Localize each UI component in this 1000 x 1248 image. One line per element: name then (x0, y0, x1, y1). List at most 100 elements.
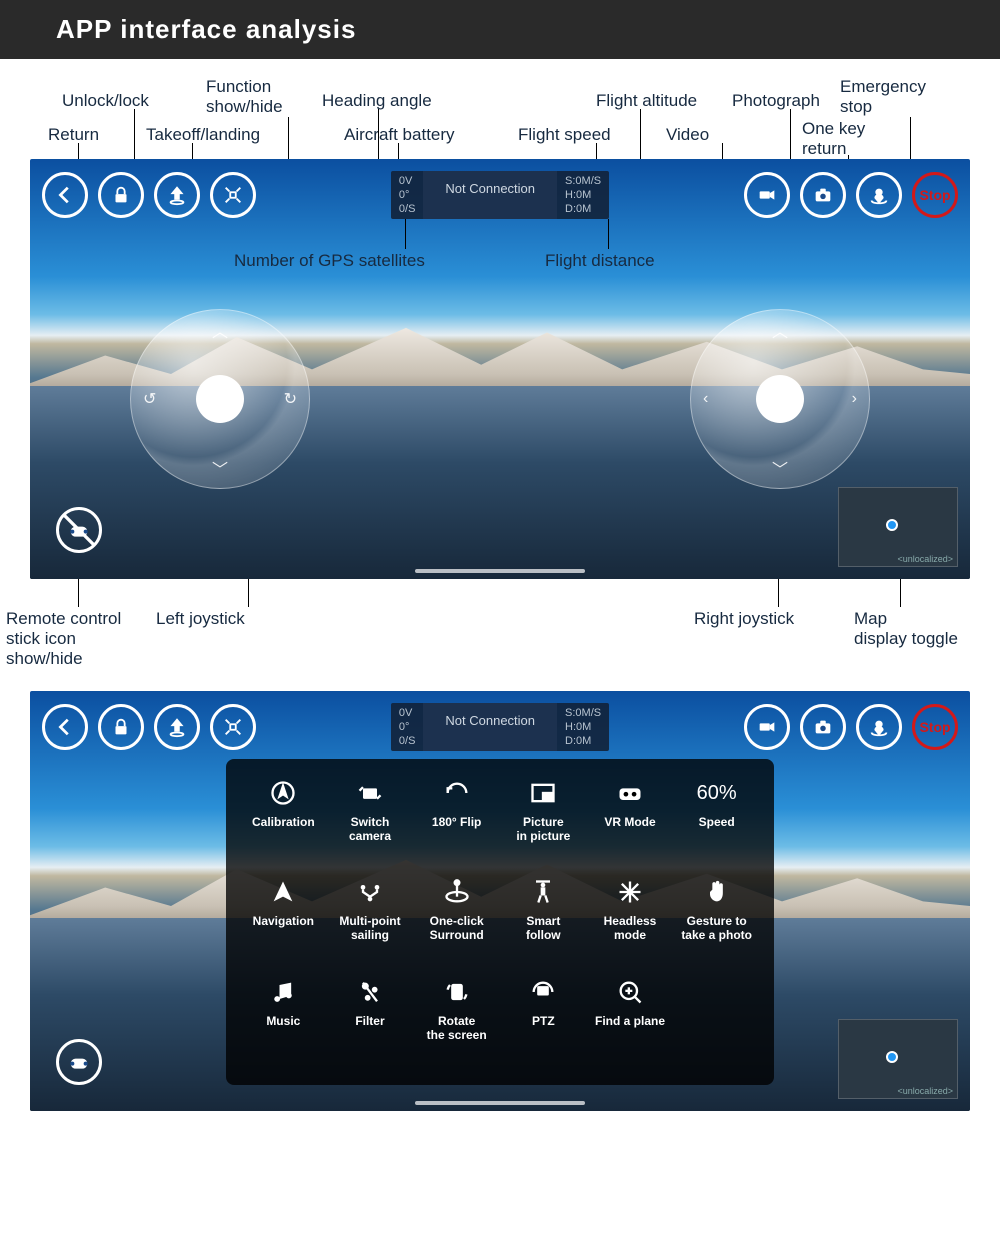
func-item-label: Switch camera (349, 815, 391, 843)
func-item-headless[interactable]: Headless mode (591, 876, 670, 967)
callout-onekey: One key return (802, 119, 865, 159)
hud-heading: 0° (399, 189, 416, 201)
hud-gps: 0/S (399, 203, 416, 215)
findplane-icon (616, 976, 644, 1008)
chevron-up-icon: ︿ (212, 318, 228, 342)
toolbar: 0V 0° 0/S Not Connection S:0M/S H:0M D:0… (42, 703, 958, 751)
callout-photo: Photograph (732, 91, 820, 111)
minimap[interactable]: <unlocalized> (838, 1019, 958, 1099)
callouts-top: Return Unlock/lock Takeoff/landing Funct… (0, 59, 1000, 159)
app-screen-1: 0V 0° 0/S Not Connection S:0M/S H:0M D:0… (30, 159, 970, 579)
func-item-label: Picture in picture (516, 815, 570, 843)
hud-speed: S:0M/S (565, 707, 601, 719)
music-icon (269, 976, 297, 1008)
func-item-label: Smart follow (526, 914, 561, 942)
hud-altitude: H:0M (565, 189, 601, 201)
app-screen-2: 0V 0° 0/S Not Connection S:0M/S H:0M D:0… (30, 691, 970, 1111)
func-item-ptz[interactable]: PTZ (504, 976, 583, 1067)
rotate-right-icon: ↻ (284, 389, 297, 409)
func-item-multipoint[interactable]: Multi-point sailing (331, 876, 410, 967)
callout-maptoggle: Map display toggle (854, 609, 958, 649)
flip-180-icon (443, 777, 471, 809)
func-item-label: Speed (699, 815, 735, 829)
home-indicator (415, 569, 585, 573)
speed-icon: 60% (697, 777, 737, 809)
left-joystick[interactable]: ︿ ﹀ ↺ ↻ (130, 309, 310, 489)
hud-battery: 0V (399, 175, 416, 187)
callout-altitude: Flight altitude (596, 91, 697, 111)
minimap-label: <unlocalized> (897, 554, 953, 564)
surround-icon (443, 876, 471, 908)
func-item-filter[interactable]: Filter (331, 976, 410, 1067)
callout-flightspeed: Flight speed (518, 125, 611, 145)
stick-toggle-button[interactable] (56, 1039, 102, 1085)
func-item-pip[interactable]: Picture in picture (504, 777, 583, 868)
vr-icon (616, 777, 644, 809)
func-item-gesture[interactable]: Gesture to take a photo (677, 876, 756, 967)
func-item-label: 180° Flip (432, 815, 481, 829)
minimap-marker-icon (886, 519, 898, 531)
hud-altitude: H:0M (565, 721, 601, 733)
video-button[interactable] (744, 172, 790, 218)
func-item-switch-camera[interactable]: Switch camera (331, 777, 410, 868)
chevron-right-icon: › (852, 390, 857, 408)
function-toggle-button[interactable] (210, 172, 256, 218)
callout-battery: Aircraft battery (344, 125, 455, 145)
hud-gps: 0/S (399, 735, 416, 747)
func-item-compass[interactable]: Calibration (244, 777, 323, 868)
return-home-button[interactable] (856, 172, 902, 218)
gesture-icon (703, 876, 731, 908)
hud: 0V 0° 0/S Not Connection S:0M/S H:0M D:0… (391, 703, 609, 751)
emergency-stop-button[interactable]: Stop (912, 172, 958, 218)
return-button[interactable] (42, 172, 88, 218)
chevron-left-icon: ‹ (703, 390, 708, 408)
func-item-label: Find a plane (595, 1014, 665, 1028)
compass-icon (269, 777, 297, 809)
func-item-flip-180[interactable]: 180° Flip (417, 777, 496, 868)
callout-return: Return (48, 125, 99, 145)
return-home-button[interactable] (856, 704, 902, 750)
follow-icon (529, 876, 557, 908)
func-item-label: PTZ (532, 1014, 555, 1028)
func-item-label: Rotate the screen (427, 1014, 487, 1042)
minimap[interactable]: <unlocalized> (838, 487, 958, 567)
callout-distance: Flight distance (545, 251, 655, 271)
function-toggle-button[interactable] (210, 704, 256, 750)
toolbar: 0V 0° 0/S Not Connection S:0M/S H:0M D:0… (42, 171, 958, 219)
func-item-label: Calibration (252, 815, 315, 829)
callout-leftjoy: Left joystick (156, 609, 245, 629)
hud-connection: Not Connection (423, 171, 557, 219)
chevron-up-icon: ︿ (772, 318, 788, 342)
hud-heading: 0° (399, 721, 416, 733)
callout-heading: Heading angle (322, 91, 432, 111)
right-joystick[interactable]: ︿ ﹀ ‹ › (690, 309, 870, 489)
ptz-icon (529, 976, 557, 1008)
func-item-label: Multi-point sailing (339, 914, 400, 942)
takeoff-button[interactable] (154, 172, 200, 218)
callout-gps: Number of GPS satellites (234, 251, 425, 271)
emergency-stop-button[interactable]: Stop (912, 704, 958, 750)
hud-distance: D:0M (565, 203, 601, 215)
func-item-label: Headless mode (604, 914, 657, 942)
callout-video: Video (666, 125, 709, 145)
func-item-speed[interactable]: 60% Speed (677, 777, 756, 868)
func-item-music[interactable]: Music (244, 976, 323, 1067)
photo-button[interactable] (800, 172, 846, 218)
callout-funcshow: Function show/hide (206, 77, 283, 117)
hud-distance: D:0M (565, 735, 601, 747)
multipoint-icon (356, 876, 384, 908)
callout-unlock: Unlock/lock (62, 91, 149, 111)
func-item-findplane[interactable]: Find a plane (591, 976, 670, 1067)
stick-toggle-button[interactable] (56, 507, 102, 553)
func-item-navigation[interactable]: Navigation (244, 876, 323, 967)
func-item-rotate[interactable]: Rotate the screen (417, 976, 496, 1067)
lock-button[interactable] (98, 172, 144, 218)
return-button[interactable] (42, 704, 88, 750)
func-item-surround[interactable]: One-click Surround (417, 876, 496, 967)
lock-button[interactable] (98, 704, 144, 750)
func-item-vr[interactable]: VR Mode (591, 777, 670, 868)
func-item-follow[interactable]: Smart follow (504, 876, 583, 967)
takeoff-button[interactable] (154, 704, 200, 750)
video-button[interactable] (744, 704, 790, 750)
photo-button[interactable] (800, 704, 846, 750)
